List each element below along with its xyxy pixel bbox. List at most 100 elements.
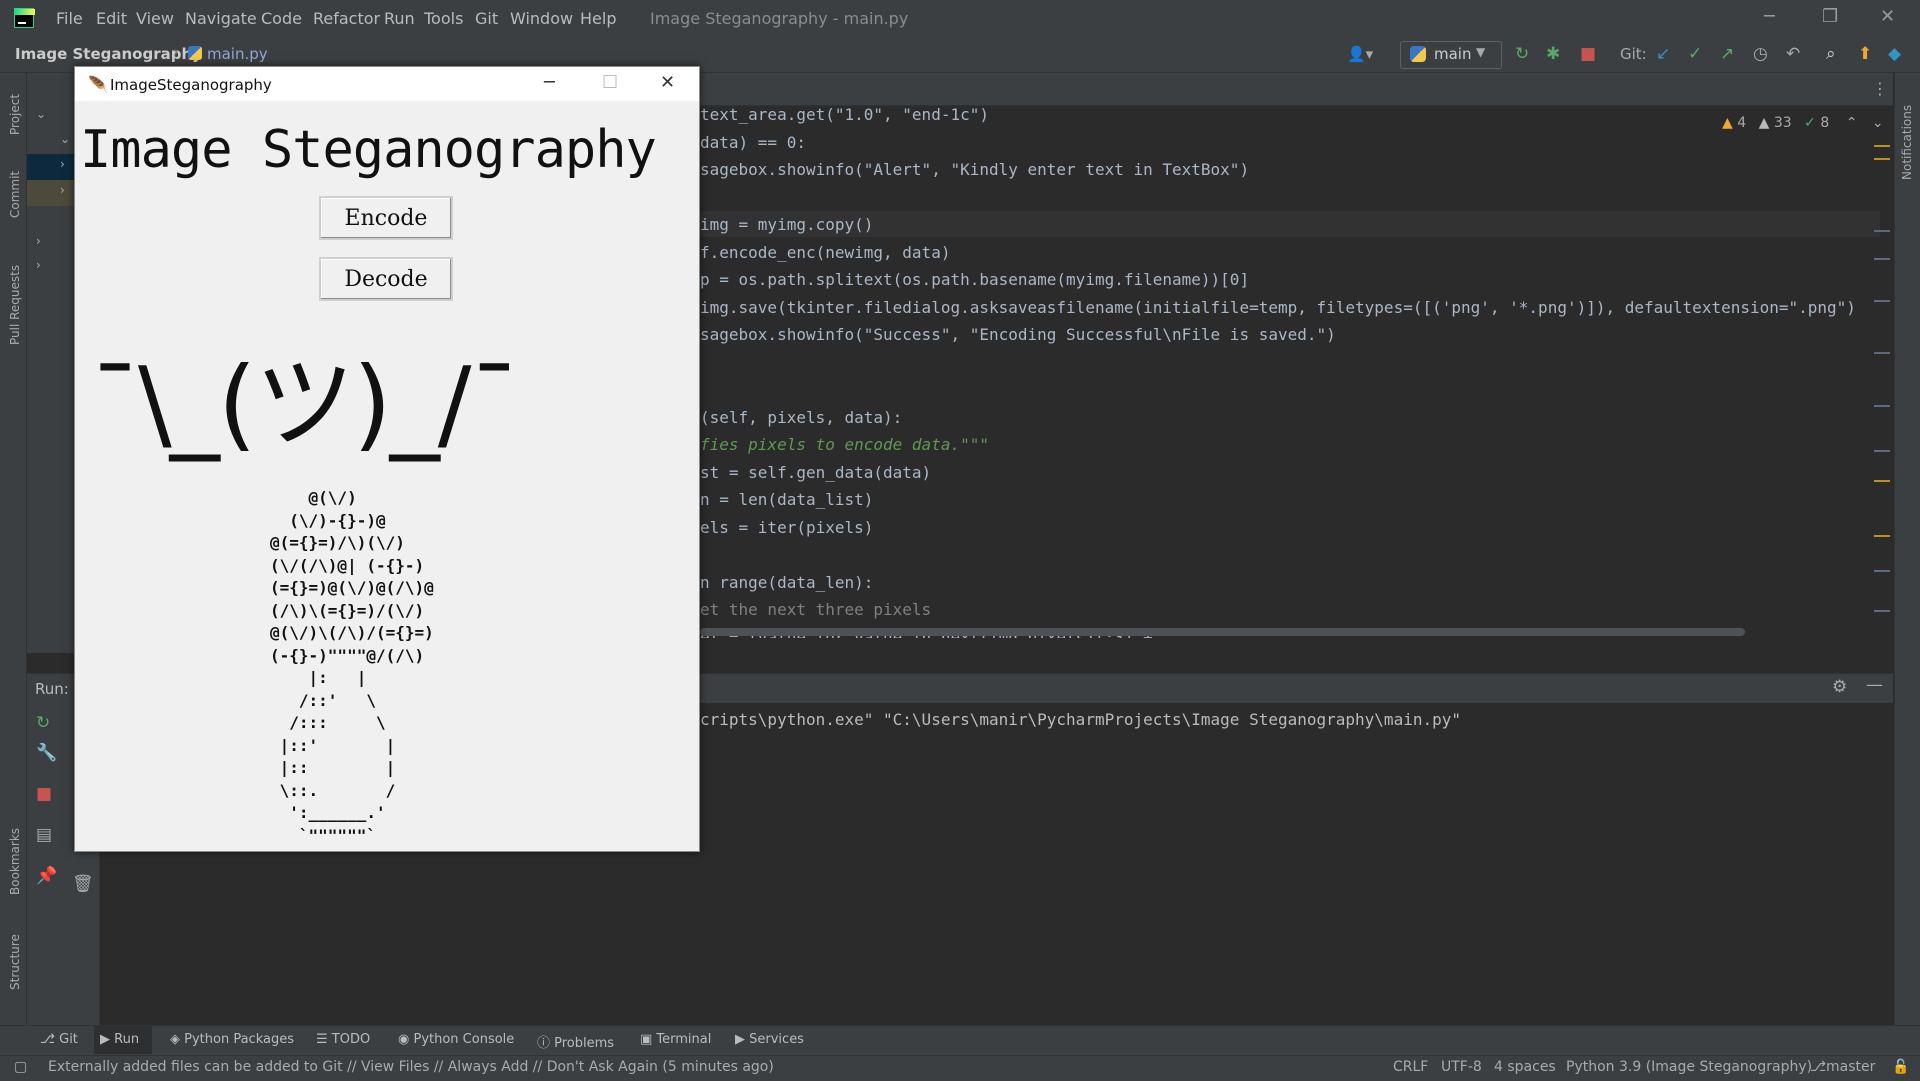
tab-python-packages[interactable]: ◈ Python Packages <box>170 1032 294 1047</box>
error-stripe-mark[interactable] <box>1874 300 1890 302</box>
pin-icon[interactable]: 📌 <box>36 866 57 886</box>
breadcrumb-file[interactable]: main.py <box>207 45 268 63</box>
code-editor[interactable] <box>700 73 1893 645</box>
gear-icon[interactable]: ⚙ <box>1832 677 1847 697</box>
menu-run[interactable]: Run <box>384 9 415 28</box>
decode-button[interactable]: Decode <box>319 257 453 301</box>
menu-refactor[interactable]: Refactor <box>313 9 380 28</box>
python-icon: ◉ <box>398 1032 414 1047</box>
terminal-icon: ▣ <box>640 1032 657 1047</box>
git-commit-icon[interactable]: ✓ <box>1688 44 1702 64</box>
menu-window[interactable]: Window <box>510 9 573 28</box>
code-with-me-icon[interactable]: ◆ <box>1888 44 1901 64</box>
git-update-icon[interactable]: ↙ <box>1656 44 1670 64</box>
error-stripe-mark[interactable] <box>1874 352 1890 354</box>
stop-icon[interactable]: ■ <box>36 784 52 804</box>
tool-structure[interactable]: Structure <box>8 934 22 990</box>
chevron-down-icon[interactable]: ⌄ <box>60 132 70 146</box>
debug-icon[interactable]: ✱ <box>1546 44 1560 64</box>
menu-git[interactable]: Git <box>475 9 498 28</box>
trash-icon[interactable]: 🗑 <box>72 874 94 894</box>
error-stripe-mark[interactable] <box>1874 480 1890 482</box>
search-icon[interactable]: ⌕ <box>1826 44 1836 64</box>
hide-panel-icon[interactable]: — <box>1866 675 1883 695</box>
history-icon[interactable]: ◷ <box>1753 44 1768 64</box>
python-interpreter[interactable]: Python 3.9 (Image Steganography) <box>1566 1059 1812 1075</box>
minimize-icon[interactable]: ─ <box>544 72 555 93</box>
tool-pull-requests[interactable]: Pull Requests <box>8 265 22 345</box>
rerun-icon[interactable]: ↻ <box>1515 44 1529 64</box>
error-stripe-mark[interactable] <box>1874 405 1890 407</box>
file-encoding[interactable]: UTF-8 <box>1441 1059 1482 1075</box>
inspection-widget[interactable]: ▲ 4 ▲ 33 ✓ 8 ⌃ ⌄ <box>1722 115 1884 131</box>
more-options-icon[interactable]: ⋮ <box>1872 79 1888 98</box>
error-stripe-mark[interactable] <box>1874 158 1890 160</box>
menu-tools[interactable]: Tools <box>424 9 463 28</box>
rerun-icon[interactable]: ↻ <box>36 713 50 733</box>
warning-count: 4 <box>1737 115 1747 131</box>
status-message[interactable]: Externally added files can be added to G… <box>48 1059 774 1075</box>
chevron-right-icon[interactable]: › <box>60 183 65 197</box>
user-icon[interactable]: 👤▾ <box>1347 45 1373 63</box>
close-icon[interactable]: ✕ <box>660 72 675 93</box>
menu-code[interactable]: Code <box>261 9 302 28</box>
tool-project[interactable]: Project <box>8 94 22 135</box>
lock-icon[interactable]: 🔓 <box>1892 1059 1909 1075</box>
rollback-icon[interactable]: ↶ <box>1786 44 1800 64</box>
restore-icon[interactable]: ❐ <box>1822 6 1838 27</box>
line-separator[interactable]: CRLF <box>1393 1059 1428 1075</box>
menu-navigate[interactable]: Navigate <box>185 9 257 28</box>
maximize-icon[interactable]: ☐ <box>602 72 618 93</box>
git-branch[interactable]: master <box>1826 1059 1875 1075</box>
run-panel-title: Run: <box>35 680 69 698</box>
tool-notifications[interactable]: Notifications <box>1900 105 1914 180</box>
tab-problems[interactable]: ⓘ Problems <box>537 1032 614 1051</box>
tool-commit[interactable]: Commit <box>8 171 22 218</box>
toggle-tool-windows-icon[interactable]: ▢ <box>14 1059 27 1075</box>
pycharm-logo-icon[interactable] <box>14 8 35 28</box>
warning-icon: ▲ <box>1722 115 1733 131</box>
code-line: n range(data_len): <box>700 573 874 592</box>
menu-file[interactable]: File <box>56 9 83 28</box>
menu-edit[interactable]: Edit <box>96 9 127 28</box>
stop-icon[interactable]: ■ <box>1580 44 1596 64</box>
error-stripe-mark[interactable] <box>1874 450 1890 452</box>
error-stripe-mark[interactable] <box>1874 230 1890 232</box>
menu-view[interactable]: View <box>136 9 174 28</box>
chevron-down-icon[interactable]: ⌄ <box>1872 115 1884 131</box>
error-stripe-mark[interactable] <box>1874 258 1890 260</box>
horizontal-scrollbar[interactable] <box>700 628 1745 636</box>
tab-todo[interactable]: ☰ TODO <box>316 1032 370 1047</box>
tab-services[interactable]: ▶ Services <box>735 1032 804 1047</box>
minimize-icon[interactable]: ─ <box>1764 6 1775 27</box>
tool-bookmarks[interactable]: Bookmarks <box>8 828 22 895</box>
ascii-flower-art: @(\/) (\/)-{}-)@ @(={}=)/\)(\/) (\/(/\)@… <box>270 488 434 845</box>
close-icon[interactable]: ✕ <box>1880 6 1895 27</box>
tab-git[interactable]: ⎇ Git <box>40 1032 78 1047</box>
menu-help[interactable]: Help <box>580 9 616 28</box>
chevron-right-icon[interactable]: › <box>36 234 41 248</box>
chevron-up-icon[interactable]: ⌃ <box>1846 115 1858 131</box>
tab-run[interactable]: ▶ Run <box>100 1032 139 1047</box>
indent-setting[interactable]: 4 spaces <box>1494 1059 1556 1075</box>
layout-icon[interactable]: ▤ <box>36 825 52 845</box>
chevron-right-icon[interactable]: › <box>60 157 65 171</box>
chevron-right-icon[interactable]: › <box>36 258 41 272</box>
encode-button[interactable]: Encode <box>319 196 453 240</box>
code-line: els = iter(pixels) <box>700 518 874 537</box>
tab-terminal[interactable]: ▣ Terminal <box>640 1032 711 1047</box>
code-line: sagebox.showinfo("Alert", "Kindly enter … <box>700 160 1250 179</box>
chevron-down-icon[interactable]: ⌄ <box>36 107 46 121</box>
error-stripe-mark[interactable] <box>1874 145 1890 147</box>
error-stripe-mark[interactable] <box>1874 535 1890 537</box>
code-line: st = self.gen_data(data) <box>700 463 932 482</box>
error-stripe-mark[interactable] <box>1874 570 1890 572</box>
wrench-icon[interactable]: 🔧 <box>36 743 57 763</box>
git-push-icon[interactable]: ↗ <box>1720 44 1734 64</box>
error-stripe-mark[interactable] <box>1874 610 1890 612</box>
update-icon[interactable]: ⬆ <box>1858 44 1872 64</box>
current-line-highlight <box>700 211 1880 237</box>
app-heading: Image Steganography <box>80 120 657 180</box>
run-config-label: main <box>1434 45 1472 63</box>
tab-python-console[interactable]: ◉ Python Console <box>398 1032 514 1047</box>
